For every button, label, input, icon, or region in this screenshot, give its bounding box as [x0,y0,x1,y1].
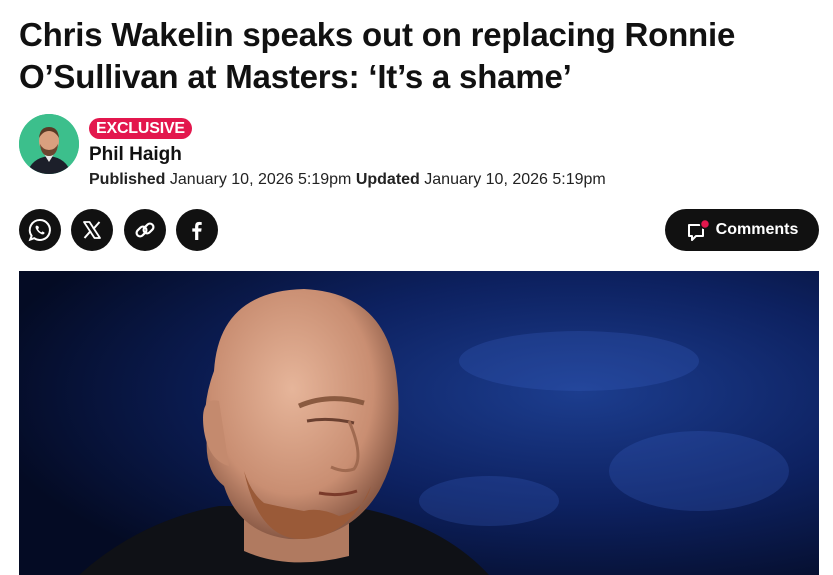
published-label: Published [89,171,166,188]
share-whatsapp-button[interactable] [19,209,61,251]
article-headline: Chris Wakelin speaks out on replacing Ro… [19,16,736,95]
exclusive-badge: EXCLUSIVE [89,118,192,139]
updated-label: Updated [355,171,420,188]
comments-label: Comments [715,221,799,238]
hero-image [19,271,819,575]
comment-icon [686,218,710,241]
published-date: January 10, 2026 5:19pm [169,171,352,188]
whatsapp-icon [28,218,51,242]
updated-date: January 10, 2026 5:19pm [424,171,606,188]
hero-photo [19,271,819,575]
article-dates: Published January 10, 2026 5:19pm Update… [89,171,606,189]
author-avatar[interactable] [19,114,79,174]
comments-button[interactable]: Comments [665,209,819,251]
link-icon [135,222,155,238]
share-x-button[interactable] [71,209,113,251]
x-icon [83,221,101,239]
author-photo [19,114,79,174]
author-name[interactable]: Phil Haigh [89,144,182,166]
copy-link-button[interactable] [124,209,166,251]
share-facebook-button[interactable] [176,209,218,251]
facebook-icon [192,221,202,240]
